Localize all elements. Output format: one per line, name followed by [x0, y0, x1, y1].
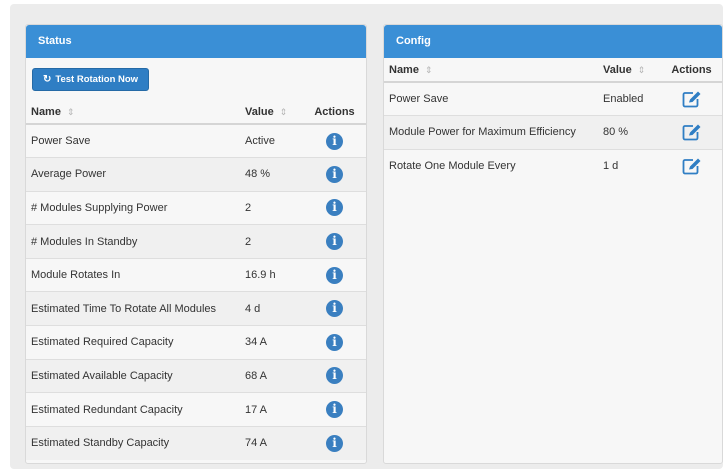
status-col-value-label: Value	[245, 105, 274, 118]
refresh-icon: ↻	[43, 74, 52, 85]
status-col-value[interactable]: Value ⇕	[241, 100, 303, 125]
info-icon[interactable]: i	[326, 401, 343, 419]
status-panel-title: Status	[26, 25, 366, 58]
row-value: 34 A	[241, 325, 303, 360]
row-actions: i	[303, 358, 366, 393]
table-row: # Modules Supplying Power 2 i	[26, 190, 366, 225]
table-row: Module Power for Maximum Efficiency 80 %	[384, 115, 722, 149]
row-value: 17 A	[241, 392, 303, 427]
row-value: Active	[241, 123, 303, 158]
row-actions: i	[303, 224, 366, 259]
table-row: Estimated Time To Rotate All Modules 4 d i	[26, 291, 366, 326]
status-panel: Status ↻ Test Rotation Now Name ⇕ Value ⇕ …	[25, 24, 367, 464]
row-value: Enabled	[599, 81, 661, 116]
config-col-value-label: Value	[603, 63, 632, 76]
info-icon[interactable]: i	[326, 199, 343, 217]
info-icon[interactable]: i	[326, 434, 343, 452]
row-actions: i	[303, 325, 366, 360]
page-background: Status ↻ Test Rotation Now Name ⇕ Value ⇕ …	[10, 4, 723, 469]
edit-icon[interactable]	[682, 90, 702, 108]
info-icon[interactable]: i	[326, 132, 343, 150]
edit-icon[interactable]	[682, 157, 702, 175]
config-col-name-label: Name	[389, 63, 419, 76]
config-panel: Config Name ⇕ Value ⇕ Actions Power Save En…	[383, 24, 723, 464]
info-icon[interactable]: i	[326, 367, 343, 385]
table-row: Estimated Standby Capacity 74 A i	[26, 425, 366, 460]
row-name: Estimated Available Capacity	[26, 358, 241, 393]
row-name: Estimated Redundant Capacity	[26, 392, 241, 427]
row-value: 68 A	[241, 358, 303, 393]
row-name: Module Power for Maximum Efficiency	[384, 115, 599, 149]
row-actions	[661, 115, 722, 149]
row-actions: i	[303, 425, 366, 460]
table-row: # Modules In Standby 2 i	[26, 224, 366, 259]
config-col-name[interactable]: Name ⇕	[384, 58, 599, 83]
row-name: Module Rotates In	[26, 257, 241, 292]
row-value: 4 d	[241, 291, 303, 326]
row-actions: i	[303, 190, 366, 225]
row-actions: i	[303, 257, 366, 292]
row-actions	[661, 81, 722, 116]
row-value: 16.9 h	[241, 257, 303, 292]
row-name: Power Save	[384, 81, 599, 116]
row-name: Estimated Required Capacity	[26, 325, 241, 360]
row-name: # Modules Supplying Power	[26, 190, 241, 225]
row-value: 74 A	[241, 425, 303, 460]
info-icon[interactable]: i	[326, 233, 343, 251]
row-value: 80 %	[599, 115, 661, 149]
row-name: Estimated Standby Capacity	[26, 425, 241, 460]
row-name: Rotate One Module Every	[384, 148, 599, 183]
row-value: 2	[241, 224, 303, 259]
table-row: Module Rotates In 16.9 h i	[26, 257, 366, 292]
config-table: Name ⇕ Value ⇕ Actions Power Save Enabled Mo…	[384, 58, 722, 183]
status-col-actions: Actions	[303, 100, 366, 125]
row-actions: i	[303, 392, 366, 427]
row-value: 2	[241, 190, 303, 225]
info-icon[interactable]: i	[326, 300, 343, 318]
row-value: 1 d	[599, 148, 661, 183]
table-row: Estimated Required Capacity 34 A i	[26, 325, 366, 360]
table-row: Rotate One Module Every 1 d	[384, 148, 722, 183]
edit-icon[interactable]	[682, 123, 702, 141]
row-actions: i	[303, 123, 366, 158]
table-row: Average Power 48 % i	[26, 157, 366, 192]
row-value: 48 %	[241, 157, 303, 192]
row-name: Power Save	[26, 123, 241, 158]
table-row: Power Save Enabled	[384, 81, 722, 116]
row-actions	[661, 148, 722, 183]
test-rotation-button[interactable]: ↻ Test Rotation Now	[32, 68, 150, 91]
table-row: Estimated Available Capacity 68 A i	[26, 358, 366, 393]
config-col-actions: Actions	[661, 58, 722, 83]
row-actions: i	[303, 291, 366, 326]
sort-icon: ⇕	[424, 64, 433, 75]
row-name: # Modules In Standby	[26, 224, 241, 259]
sort-icon: ⇕	[279, 106, 288, 117]
config-col-value[interactable]: Value ⇕	[599, 58, 661, 83]
table-row: Power Save Active i	[26, 123, 366, 158]
info-icon[interactable]: i	[326, 333, 343, 351]
table-row: Estimated Redundant Capacity 17 A i	[26, 392, 366, 427]
row-name: Estimated Time To Rotate All Modules	[26, 291, 241, 326]
status-table: Name ⇕ Value ⇕ Actions Power Save Active i Av…	[26, 100, 366, 460]
row-name: Average Power	[26, 157, 241, 192]
config-panel-title: Config	[384, 25, 722, 58]
info-icon[interactable]: i	[326, 266, 343, 284]
sort-icon: ⇕	[66, 106, 75, 117]
sort-icon: ⇕	[637, 64, 646, 75]
info-icon[interactable]: i	[326, 165, 343, 183]
row-actions: i	[303, 157, 366, 192]
status-col-name[interactable]: Name ⇕	[26, 100, 241, 125]
test-rotation-button-label: Test Rotation Now	[55, 74, 139, 85]
status-col-name-label: Name	[31, 105, 61, 118]
